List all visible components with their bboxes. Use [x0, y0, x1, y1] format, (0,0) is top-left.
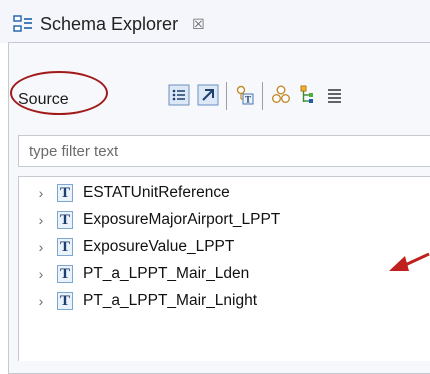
details-icon	[328, 89, 341, 103]
chevron-right-icon[interactable]: ›	[32, 185, 50, 201]
type-icon: T	[57, 292, 73, 310]
view-tab-bar: Schema Explorer ☒	[0, 0, 430, 43]
tree-item-label: ExposureMajorAirport_LPPT	[83, 211, 281, 228]
collapse-all-button[interactable]	[197, 84, 219, 106]
chevron-right-icon[interactable]: ›	[32, 266, 50, 282]
details-button[interactable]	[324, 84, 346, 106]
chevron-right-icon[interactable]: ›	[32, 293, 50, 309]
schema-tree: › T ESTATUnitReference › T ExposureMajor…	[18, 176, 430, 361]
close-icon[interactable]: ☒	[192, 17, 205, 31]
hierarchy-button[interactable]	[298, 84, 320, 106]
view-tab-title: Schema Explorer	[40, 13, 179, 34]
type-structure-icon: T	[236, 85, 254, 105]
source-label: Source	[18, 91, 69, 108]
svg-text:T: T	[245, 95, 251, 105]
tree-item[interactable]: › T ExposureMajorAirport_LPPT	[19, 207, 409, 233]
tree-item-label: ExposureValue_LPPT	[83, 238, 235, 255]
type-structure-button[interactable]: T	[234, 84, 256, 106]
tree-item-label: PT_a_LPPT_Mair_Lnight	[83, 292, 258, 309]
arrow-pointer-icon	[389, 252, 430, 271]
link-button[interactable]	[270, 84, 292, 106]
schema-explorer-tab[interactable]: Schema Explorer ☒	[12, 6, 262, 42]
tree-item[interactable]: › T ExposureValue_LPPT	[19, 234, 409, 260]
type-icon: T	[57, 265, 73, 283]
filter-input[interactable]	[18, 135, 430, 167]
toolbar-separator	[226, 82, 227, 110]
schema-explorer-icon	[13, 15, 32, 32]
chevron-right-icon[interactable]: ›	[32, 239, 50, 255]
tree-item-label: PT_a_LPPT_Mair_Lden	[83, 265, 250, 282]
type-icon: T	[57, 184, 73, 202]
hierarchy-icon	[300, 85, 313, 103]
type-icon: T	[57, 238, 73, 256]
tree-item[interactable]: › T PT_a_LPPT_Mair_Lden	[19, 261, 409, 287]
list-view-button[interactable]	[168, 84, 190, 106]
list-view-icon	[168, 84, 190, 106]
tree-item[interactable]: › T PT_a_LPPT_Mair_Lnight	[19, 288, 409, 314]
type-icon: T	[57, 211, 73, 229]
collapse-all-icon	[197, 84, 219, 106]
link-icon	[272, 85, 290, 103]
tree-item[interactable]: › T ESTATUnitReference	[19, 180, 409, 206]
tree-item-label: ESTATUnitReference	[83, 184, 230, 201]
chevron-right-icon[interactable]: ›	[32, 212, 50, 228]
toolbar-separator	[262, 82, 263, 110]
